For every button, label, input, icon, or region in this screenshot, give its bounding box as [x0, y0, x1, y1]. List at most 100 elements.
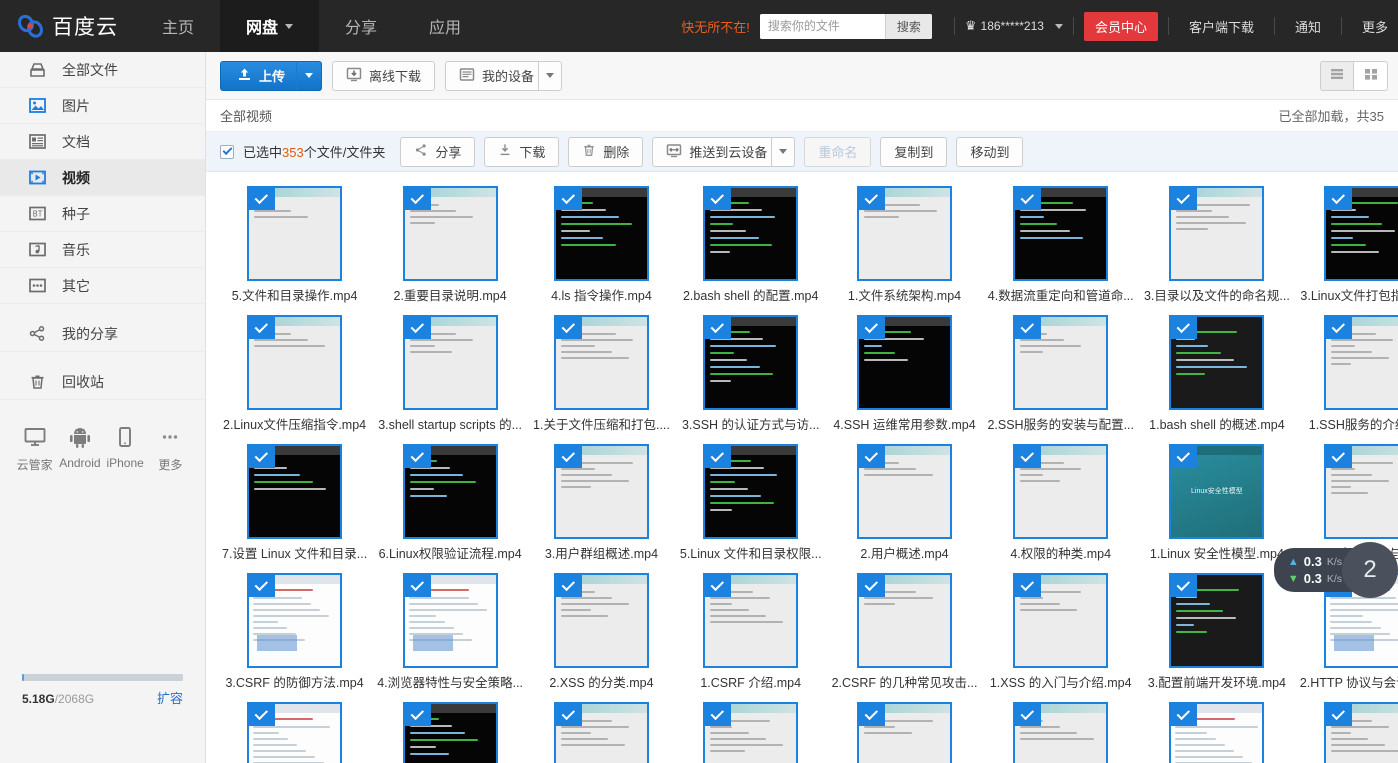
file-thumbnail[interactable] — [1013, 573, 1109, 668]
file-card[interactable]: 2.CSRF 的几种常见攻击... — [830, 567, 980, 696]
file-thumbnail[interactable] — [247, 444, 343, 539]
file-card[interactable]: 3.配置前端开发环境.mp4 — [1142, 567, 1292, 696]
file-thumbnail[interactable] — [402, 702, 498, 763]
file-card[interactable] — [1142, 696, 1292, 763]
file-thumbnail[interactable] — [1013, 702, 1109, 763]
file-card[interactable]: 3.目录以及文件的命名规... — [1142, 180, 1292, 309]
vip-center-button[interactable]: 会员中心 — [1083, 11, 1158, 41]
device-iphone[interactable]: iPhone — [103, 426, 148, 473]
file-selected-checkbox[interactable] — [1171, 188, 1198, 210]
breadcrumb[interactable]: 全部视频 — [220, 106, 272, 125]
file-card[interactable]: 4.SSH 运维常用参数.mp4 — [830, 309, 980, 438]
file-card[interactable] — [220, 696, 369, 763]
file-selected-checkbox[interactable] — [249, 446, 276, 468]
file-selected-checkbox[interactable] — [404, 704, 431, 726]
file-thumbnail[interactable] — [703, 702, 799, 763]
copy-to-action-button[interactable]: 复制到 — [880, 136, 948, 167]
file-selected-checkbox[interactable] — [705, 317, 732, 339]
file-selected-checkbox[interactable] — [859, 575, 885, 597]
file-selected-checkbox[interactable] — [555, 446, 582, 468]
file-card[interactable]: 1.文件系统架构.mp4 — [830, 180, 980, 309]
file-thumbnail[interactable] — [247, 573, 343, 668]
file-selected-checkbox[interactable] — [859, 188, 885, 210]
file-card[interactable] — [531, 696, 672, 763]
file-selected-checkbox[interactable] — [705, 704, 732, 726]
file-thumbnail[interactable] — [402, 444, 498, 539]
file-thumbnail[interactable] — [402, 315, 498, 410]
file-thumbnail[interactable] — [703, 573, 799, 668]
file-card[interactable] — [1298, 696, 1398, 763]
file-selected-checkbox[interactable] — [859, 704, 885, 726]
push-to-cloud-device-button[interactable]: 推送到云设备 — [652, 136, 782, 167]
sidebar-item-music[interactable]: 音乐 — [0, 232, 205, 268]
file-thumbnail[interactable] — [857, 186, 952, 281]
file-selected-checkbox[interactable] — [1326, 446, 1353, 468]
file-selected-checkbox[interactable] — [1171, 317, 1198, 339]
sidebar-item-images[interactable]: 图片 — [0, 88, 205, 124]
file-card[interactable]: 2.XSS 的分类.mp4 — [531, 567, 672, 696]
file-selected-checkbox[interactable] — [404, 317, 431, 339]
nav-item-home[interactable]: 主页 — [136, 0, 220, 52]
file-selected-checkbox[interactable] — [555, 704, 582, 726]
transfer-count-badge[interactable]: 2 — [1342, 542, 1398, 598]
file-selected-checkbox[interactable] — [249, 188, 276, 210]
file-thumbnail[interactable] — [247, 702, 343, 763]
file-selected-checkbox[interactable] — [249, 704, 276, 726]
file-card[interactable]: 1.SSH服务的介绍.mp4 — [1298, 309, 1398, 438]
file-thumbnail[interactable] — [1013, 186, 1109, 281]
file-thumbnail[interactable] — [553, 315, 649, 410]
nav-item-netdisk[interactable]: 网盘 — [220, 0, 320, 52]
file-selected-checkbox[interactable] — [1171, 575, 1198, 597]
file-selected-checkbox[interactable] — [705, 188, 732, 210]
file-card[interactable] — [830, 696, 980, 763]
file-selected-checkbox[interactable] — [1015, 704, 1042, 726]
file-card[interactable] — [985, 696, 1136, 763]
file-thumbnail[interactable]: Linux安全性模型 — [1169, 444, 1265, 539]
offline-download-button[interactable]: 离线下载 — [332, 60, 436, 91]
file-selected-checkbox[interactable] — [859, 317, 885, 339]
file-thumbnail[interactable] — [402, 186, 498, 281]
file-selected-checkbox[interactable] — [1015, 317, 1042, 339]
more-link[interactable]: 更多 — [1352, 17, 1398, 36]
file-thumbnail[interactable] — [1324, 444, 1398, 539]
file-thumbnail[interactable] — [1169, 315, 1265, 410]
file-card[interactable]: 2.重要目录说明.mp4 — [375, 180, 525, 309]
sidebar-item-trash[interactable]: 回收站 — [0, 364, 205, 400]
file-card[interactable]: 4.浏览器特性与安全策略... — [375, 567, 525, 696]
my-device-dropdown-button[interactable] — [538, 60, 563, 91]
file-selected-checkbox[interactable] — [1015, 188, 1042, 210]
file-card[interactable]: 1.关于文件压缩和打包.... — [531, 309, 672, 438]
file-card[interactable]: 3.用户群组概述.mp4 — [531, 438, 672, 567]
search-button[interactable]: 搜索 — [884, 13, 932, 39]
transfer-speed-widget[interactable]: ▲ 0.3 K/s ▼ 0.3 K/s 2 — [1273, 542, 1398, 598]
file-card[interactable] — [678, 696, 824, 763]
file-selected-checkbox[interactable] — [249, 317, 276, 339]
file-card[interactable]: 4.ls 指令操作.mp4 — [531, 180, 672, 309]
my-device-button[interactable]: 我的设备 — [445, 60, 549, 91]
sidebar-item-my-shares[interactable]: 我的分享 — [0, 316, 205, 352]
file-card[interactable]: 5.文件和目录操作.mp4 — [220, 180, 369, 309]
file-card[interactable]: 2.bash shell 的配置.mp4 — [678, 180, 824, 309]
file-card[interactable]: 6.Linux权限验证流程.mp4 — [375, 438, 525, 567]
file-thumbnail[interactable] — [703, 186, 799, 281]
search-input[interactable] — [759, 13, 885, 39]
push-device-dropdown-button[interactable] — [771, 136, 796, 167]
device-android[interactable]: Android — [57, 426, 102, 473]
file-thumbnail[interactable] — [857, 315, 952, 410]
file-selected-checkbox[interactable] — [249, 575, 276, 597]
file-selected-checkbox[interactable] — [705, 575, 732, 597]
device-more[interactable]: 更多 — [148, 426, 193, 473]
file-selected-checkbox[interactable] — [705, 446, 732, 468]
client-download-link[interactable]: 客户端下载 — [1179, 17, 1264, 36]
nav-item-apps[interactable]: 应用 — [403, 0, 487, 52]
file-card[interactable]: 2.Linux文件压缩指令.mp4 — [220, 309, 369, 438]
select-all-checkbox[interactable] — [220, 144, 234, 159]
nav-item-share[interactable]: 分享 — [319, 0, 403, 52]
rename-action-button[interactable]: 重命名 — [804, 136, 872, 167]
sidebar-item-videos[interactable]: 视频 — [0, 160, 205, 196]
file-thumbnail[interactable] — [1169, 573, 1265, 668]
sidebar-item-documents[interactable]: 文档 — [0, 124, 205, 160]
file-card[interactable]: 3.shell startup scripts 的... — [375, 309, 525, 438]
file-card[interactable]: 1.bash shell 的概述.mp4 — [1142, 309, 1292, 438]
file-selected-checkbox[interactable] — [555, 575, 582, 597]
